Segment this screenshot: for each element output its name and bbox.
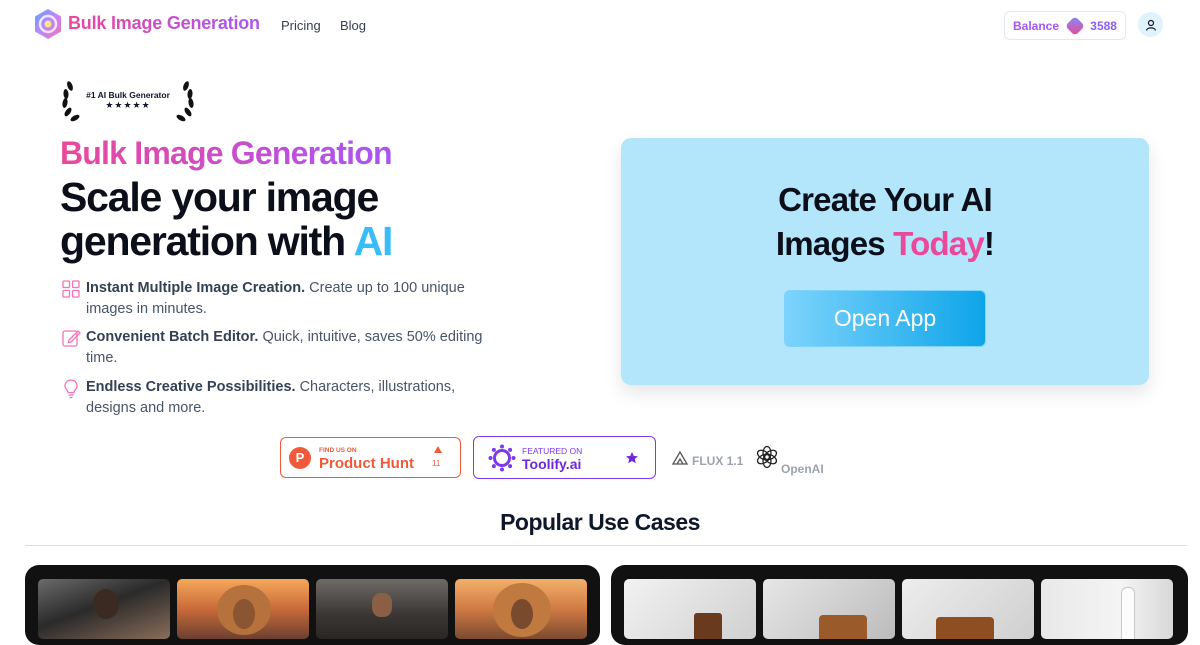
toolify-badge[interactable]: FEATURED ON Toolify.ai — [473, 436, 656, 479]
producthunt-count: 11 — [432, 459, 441, 468]
thumbnail-image[interactable] — [624, 579, 756, 639]
user-icon — [1145, 19, 1156, 31]
thumbnail-image[interactable] — [455, 579, 587, 639]
balance-badge[interactable]: Balance 3588 — [1004, 11, 1126, 40]
toolify-icon — [488, 444, 516, 472]
hero-title-line1: Scale your image — [60, 174, 379, 220]
logo-icon[interactable] — [32, 8, 64, 40]
flux-logo: FLUX 1.1 — [672, 451, 744, 468]
use-case-panel[interactable] — [25, 565, 600, 645]
lightbulb-icon — [64, 379, 78, 399]
user-avatar-button[interactable] — [1138, 12, 1163, 37]
thumbnail-image[interactable] — [177, 579, 309, 639]
grid-icon — [62, 280, 80, 298]
thumbnail-image[interactable] — [38, 579, 170, 639]
balance-label: Balance — [1013, 18, 1060, 33]
openai-label: OpenAI — [781, 462, 824, 476]
cta-title-exclaim: ! — [983, 225, 995, 262]
hero-subtitle: Bulk Image Generation — [60, 135, 393, 171]
award-badge: #1 AI Bulk Generator ★★★★★ — [60, 76, 196, 124]
upvote-icon — [434, 446, 442, 453]
cta-title-line2-text: Images — [775, 225, 894, 262]
thumbnail-image[interactable] — [902, 579, 1034, 639]
nav-pricing[interactable]: Pricing — [281, 18, 321, 33]
edit-icon — [62, 330, 81, 347]
cta-card: Create Your AI Images Today! Open App — [621, 138, 1149, 385]
open-app-button[interactable]: Open App — [784, 290, 986, 347]
producthunt-small-text: FIND US ON — [319, 447, 357, 454]
feature-item: Convenient Batch Editor. Quick, intuitiv… — [60, 327, 520, 368]
nav-blog[interactable]: Blog — [340, 18, 366, 33]
hero-title-line2: generation with AI — [60, 218, 394, 264]
feature-title: Instant Multiple Image Creation. — [86, 280, 306, 296]
flux-label: FLUX 1.1 — [692, 454, 744, 468]
brand-name[interactable]: Bulk Image Generation — [68, 13, 260, 34]
openai-icon — [756, 445, 778, 469]
hero-title-ai: AI — [353, 218, 394, 264]
producthunt-badge[interactable]: P FIND US ON Product Hunt 11 — [280, 437, 461, 478]
toolify-name: Toolify.ai — [522, 456, 582, 472]
feature-item: Endless Creative Possibilities. Characte… — [60, 377, 520, 418]
hero-title-line2-text: generation with — [60, 218, 354, 264]
openai-logo: OpenAI — [755, 445, 824, 476]
star-icon — [626, 452, 638, 464]
gem-icon — [1064, 15, 1085, 36]
flux-icon — [672, 451, 688, 465]
use-case-panel[interactable] — [611, 565, 1188, 645]
cta-title-line1: Create Your AI — [778, 181, 993, 218]
producthunt-name: Product Hunt — [319, 455, 414, 472]
feature-item: Instant Multiple Image Creation. Create … — [60, 278, 520, 319]
hero-title: Scale your image generation with AI — [60, 174, 394, 264]
producthunt-icon: P — [289, 447, 311, 469]
cta-title-today: Today — [893, 225, 985, 262]
feature-title: Endless Creative Possibilities. — [86, 379, 296, 395]
toolify-small-text: FEATURED ON — [522, 446, 583, 456]
award-stars: ★★★★★ — [105, 100, 151, 110]
balance-value: 3588 — [1090, 18, 1117, 33]
cta-title-line2: Images Today! — [621, 222, 1149, 266]
thumbnail-image[interactable] — [316, 579, 448, 639]
cta-title: Create Your AI Images Today! — [621, 178, 1149, 266]
thumbnail-image[interactable] — [763, 579, 895, 639]
use-cases-title: Popular Use Cases — [500, 509, 700, 535]
thumbnail-image[interactable] — [1041, 579, 1173, 639]
divider — [25, 545, 1187, 546]
award-text: #1 AI Bulk Generator — [86, 90, 170, 100]
feature-title: Convenient Batch Editor. — [86, 329, 259, 345]
